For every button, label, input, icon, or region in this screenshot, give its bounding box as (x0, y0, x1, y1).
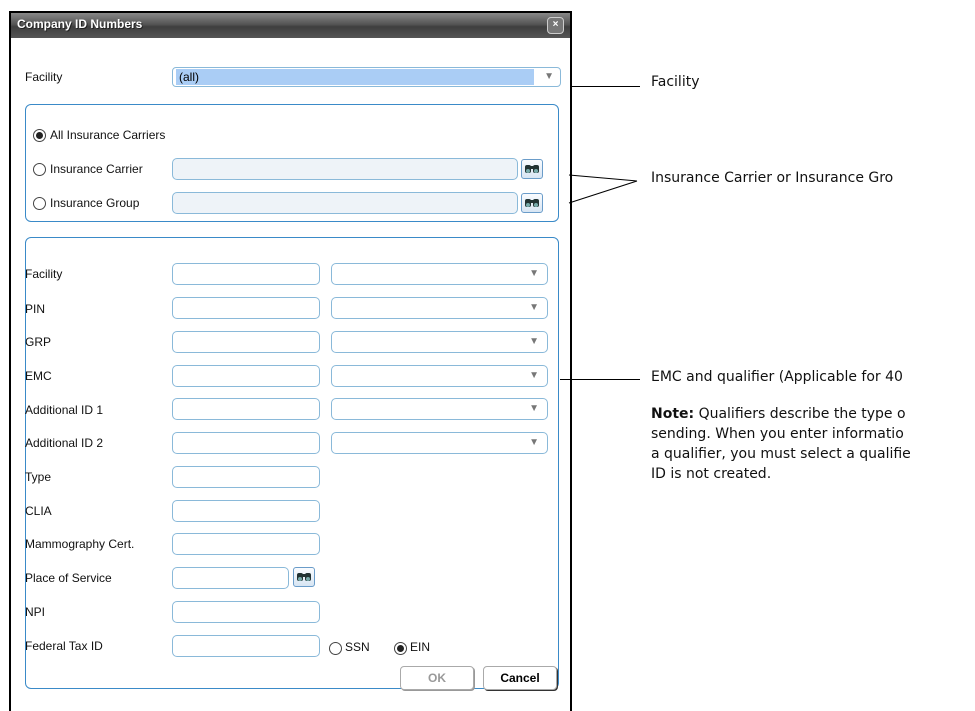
company-id-numbers-dialog: Company ID Numbers × Facility (all) ▼ Al… (9, 11, 572, 711)
grp-qualifier-select[interactable]: ▼ (331, 331, 548, 353)
facility-callout: Facility (651, 74, 700, 90)
note-line-2: sending. When you enter informatio (651, 426, 904, 442)
ein-radio[interactable] (394, 642, 407, 655)
insurance-carrier-field[interactable] (172, 158, 518, 180)
place-of-service-field[interactable] (172, 567, 289, 589)
binoculars-icon[interactable] (521, 159, 543, 179)
additional-id-1-qualifier-select[interactable]: ▼ (331, 398, 548, 420)
additional-id-1-label: Additional ID 1 (25, 403, 104, 417)
grp-label: GRP (25, 335, 52, 349)
insurance-group-radio[interactable] (33, 197, 46, 210)
note-line-1: Qualifiers describe the type o (694, 406, 906, 422)
chevron-down-icon[interactable]: ▼ (529, 268, 539, 279)
insurance-group-label: Insurance Group (50, 196, 140, 210)
dialog-title: Company ID Numbers (17, 17, 143, 31)
pin-field[interactable] (172, 297, 320, 319)
insurance-carrier-label: Insurance Carrier (50, 162, 143, 176)
emc-field[interactable] (172, 365, 320, 387)
facility-select-value: (all) (176, 69, 534, 85)
carrier-callout: Insurance Carrier or Insurance Gro (651, 170, 894, 186)
insurance-group-field[interactable] (172, 192, 518, 214)
carrier-callout-lines (568, 174, 638, 204)
ein-label: EIN (410, 640, 431, 654)
clia-label: CLIA (25, 504, 52, 518)
clia-field[interactable] (172, 500, 320, 522)
id-facility-label: Facility (25, 267, 63, 281)
pin-label: PIN (25, 302, 46, 316)
federal-tax-id-label: Federal Tax ID (25, 639, 103, 653)
emc-callout-line (560, 379, 640, 380)
facility-select[interactable]: (all) ▼ (172, 67, 561, 87)
type-label: Type (25, 470, 52, 484)
note-bold: Note: (651, 406, 695, 422)
emc-label: EMC (25, 369, 52, 383)
binoculars-icon[interactable] (521, 193, 543, 213)
additional-id-1-field[interactable] (172, 398, 320, 420)
note-line-3: a qualifier, you must select a qualifie (651, 446, 911, 462)
mammography-cert-field[interactable] (172, 533, 320, 555)
emc-callout: EMC and qualifier (Applicable for 40 (651, 369, 903, 385)
ssn-label: SSN (345, 640, 370, 654)
federal-tax-id-field[interactable] (172, 635, 320, 657)
binoculars-icon[interactable] (293, 567, 315, 587)
close-icon[interactable]: × (547, 17, 564, 34)
all-carriers-radio[interactable] (33, 129, 46, 142)
chevron-down-icon[interactable]: ▼ (529, 403, 539, 414)
facility-callout-line (572, 86, 640, 87)
ssn-radio[interactable] (329, 642, 342, 655)
additional-id-2-qualifier-select[interactable]: ▼ (331, 432, 548, 454)
note-line-4: ID is not created. (651, 466, 772, 482)
place-of-service-label: Place of Service (25, 571, 112, 585)
cancel-button[interactable]: Cancel (483, 666, 557, 690)
id-facility-field[interactable] (172, 263, 320, 285)
additional-id-2-field[interactable] (172, 432, 320, 454)
npi-field[interactable] (172, 601, 320, 623)
npi-label: NPI (25, 605, 46, 619)
chevron-down-icon[interactable]: ▼ (529, 336, 539, 347)
chevron-down-icon[interactable]: ▼ (544, 71, 554, 82)
ok-button[interactable]: OK (400, 666, 474, 690)
facility-label: Facility (25, 70, 63, 84)
dialog-titlebar: Company ID Numbers × (11, 13, 570, 38)
chevron-down-icon[interactable]: ▼ (529, 302, 539, 313)
chevron-down-icon[interactable]: ▼ (529, 370, 539, 381)
pin-qualifier-select[interactable]: ▼ (331, 297, 548, 319)
type-field[interactable] (172, 466, 320, 488)
id-facility-qualifier-select[interactable]: ▼ (331, 263, 548, 285)
additional-id-2-label: Additional ID 2 (25, 436, 104, 450)
mammography-cert-label: Mammography Cert. (25, 537, 135, 551)
insurance-carrier-radio[interactable] (33, 163, 46, 176)
chevron-down-icon[interactable]: ▼ (529, 437, 539, 448)
grp-field[interactable] (172, 331, 320, 353)
qualifier-note: Note: Qualifiers describe the type o sen… (651, 404, 911, 484)
all-carriers-label: All Insurance Carriers (50, 128, 166, 142)
emc-qualifier-select[interactable]: ▼ (331, 365, 548, 387)
